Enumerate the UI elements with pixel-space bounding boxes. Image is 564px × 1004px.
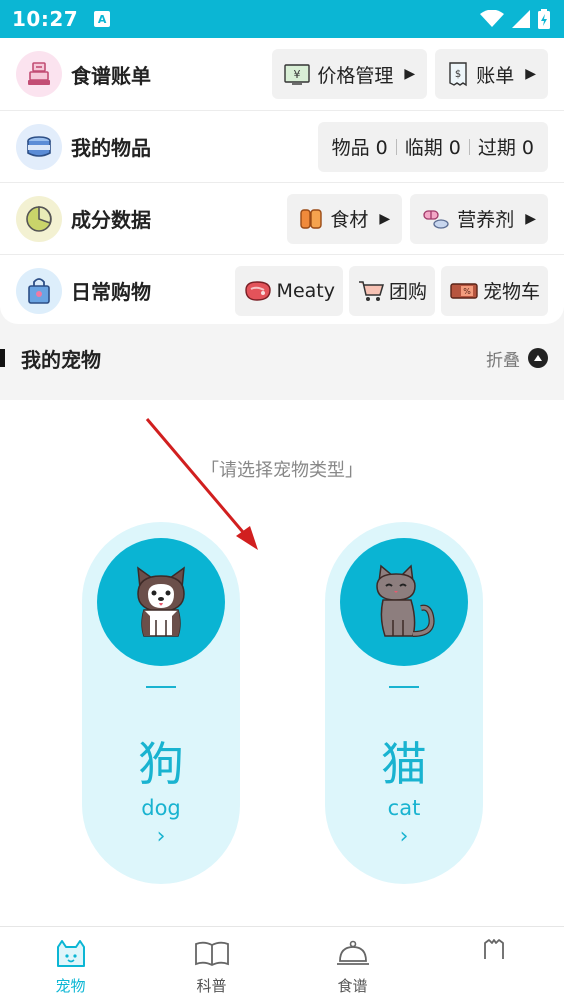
meat-icon — [244, 280, 271, 301]
tab-science[interactable]: 科普 — [141, 927, 282, 1004]
cloche-icon — [336, 940, 369, 965]
chevron-right-icon: › — [399, 824, 409, 849]
cat-avatar — [340, 538, 468, 666]
row-recipe-bill: 食谱账单 ¥ 价格管理 ▶ $ 账单 ▶ — [0, 38, 564, 110]
ingredient-icon — [300, 208, 323, 229]
price-management-button[interactable]: ¥ 价格管理 ▶ — [272, 49, 428, 99]
pet-type-prompt: 「请选择宠物类型」 — [201, 460, 363, 481]
cat-label: 猫 — [381, 737, 427, 791]
divider — [146, 686, 176, 688]
pie-chart-icon — [16, 195, 62, 242]
profile-icon — [483, 939, 504, 959]
my-pets-header: 我的宠物 折叠 — [0, 340, 564, 376]
coupon-icon: % — [450, 282, 478, 299]
tab-recipes[interactable]: 食谱 — [282, 927, 423, 1004]
row-my-items[interactable]: 我的物品 物品 0 临期 0 过期 0 — [0, 110, 564, 182]
collapse-button[interactable]: 折叠 — [486, 346, 548, 371]
tab-mine[interactable] — [423, 927, 564, 1004]
battery-icon — [538, 9, 550, 29]
dog-icon — [137, 566, 185, 637]
price-tag-icon: ¥ — [284, 64, 311, 85]
stat-expired: 过期 0 — [477, 137, 534, 159]
row-label: 成分数据 — [71, 208, 151, 232]
ingredients-button[interactable]: 食材 ▶ — [287, 193, 403, 244]
bottom-tab-bar: 宠物 科普 食谱 — [0, 926, 564, 1004]
svg-text:¥: ¥ — [294, 68, 301, 81]
pill-icon — [423, 209, 449, 229]
stat-expiring: 临期 0 — [404, 137, 461, 159]
status-time: 10:27 — [12, 7, 79, 31]
svg-text:%: % — [463, 287, 471, 296]
book-icon — [194, 941, 229, 967]
bill-button[interactable]: $ 账单 ▶ — [435, 49, 548, 99]
supplements-button[interactable]: 营养剂 ▶ — [410, 193, 548, 244]
wifi-icon — [480, 10, 504, 27]
receipt-icon: $ — [449, 62, 467, 87]
feature-card: 食谱账单 ¥ 价格管理 ▶ $ 账单 ▶ 我的物品 物品 0 临期 0 过期 0… — [0, 38, 564, 324]
caret-up-icon — [528, 348, 548, 368]
item-stats[interactable]: 物品 0 临期 0 过期 0 — [317, 121, 548, 172]
register-icon — [16, 51, 62, 97]
cart-icon — [358, 280, 384, 301]
status-bar: 10:27 A — [0, 0, 564, 38]
divider — [389, 686, 419, 688]
dog-label: 狗 — [138, 737, 184, 791]
status-icons — [480, 9, 550, 29]
chevron-right-icon: ▶ — [379, 210, 391, 227]
meaty-button[interactable]: Meaty — [234, 265, 343, 316]
signal-icon — [512, 10, 530, 28]
row-label: 食谱账单 — [71, 63, 151, 88]
can-icon — [16, 123, 62, 170]
chevron-right-icon: › — [156, 824, 166, 849]
cat-card[interactable]: 猫 cat › — [325, 522, 483, 884]
section-marker — [0, 349, 5, 367]
chevron-right-icon: ▶ — [404, 66, 416, 82]
cat-label-en: cat — [387, 796, 421, 820]
row-daily-shopping: 日常购物 Meaty 团购 % 宠物车 — [0, 254, 564, 326]
tab-pets[interactable]: 宠物 — [0, 927, 141, 1004]
group-buy-button[interactable]: 团购 — [348, 265, 435, 316]
pet-box-icon — [56, 940, 85, 967]
svg-text:$: $ — [455, 69, 461, 80]
chevron-right-icon: ▶ — [525, 66, 536, 82]
row-label: 我的物品 — [71, 136, 151, 160]
dog-card[interactable]: 狗 dog › — [82, 522, 240, 884]
chevron-right-icon: ▶ — [525, 210, 536, 227]
shopping-bag-icon — [16, 267, 62, 314]
notification-a-icon: A — [94, 11, 111, 27]
row-ingredient-data: 成分数据 食材 ▶ 营养剂 ▶ — [0, 182, 564, 254]
pet-car-button[interactable]: % 宠物车 — [440, 265, 548, 316]
dog-avatar — [97, 538, 225, 666]
stat-items: 物品 0 — [331, 137, 388, 159]
cat-icon — [376, 564, 435, 637]
section-title: 我的宠物 — [21, 347, 101, 372]
dog-label-en: dog — [141, 796, 181, 820]
row-label: 日常购物 — [71, 280, 151, 304]
pet-selection-area: 「请选择宠物类型」 狗 dog › 猫 cat › — [0, 400, 564, 926]
